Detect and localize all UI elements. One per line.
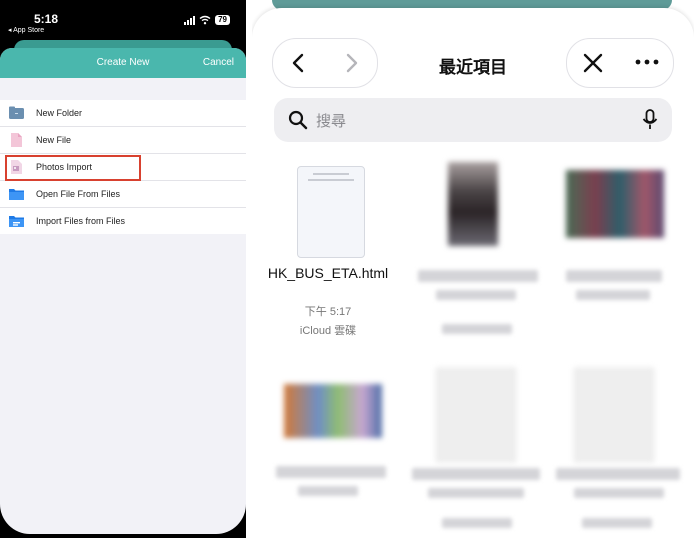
file-item-hk-bus-eta[interactable]: HK_BUS_ETA.html 下午 5:17 iCloud 雲碟 bbox=[252, 8, 402, 348]
obscured-file-info bbox=[298, 486, 358, 496]
file-thumbnail bbox=[566, 170, 664, 238]
status-icons: 79 bbox=[184, 15, 230, 25]
file-thumbnail bbox=[284, 384, 382, 438]
obscured-file-info bbox=[428, 488, 524, 498]
right-phone-screen: 最近項目 搜尋 HK_BUS_ETA.html 下午 5:17 iCloud 雲… bbox=[252, 0, 694, 538]
menu-item-label: Import Files from Files bbox=[36, 216, 126, 226]
file-item-blurred[interactable] bbox=[252, 348, 402, 538]
obscured-file-info bbox=[442, 324, 512, 334]
cancel-button[interactable]: Cancel bbox=[203, 57, 234, 68]
highlight-annotation-box bbox=[5, 155, 141, 181]
obscured-file-info bbox=[576, 290, 650, 300]
file-icon bbox=[11, 133, 22, 147]
files-app-icon bbox=[9, 189, 24, 200]
menu-item-label: Open File From Files bbox=[36, 189, 121, 199]
file-thumbnail bbox=[297, 166, 365, 258]
menu-item-new-file[interactable]: New File bbox=[0, 127, 246, 154]
folder-icon bbox=[9, 106, 24, 119]
file-modified-time: 下午 5:17 bbox=[304, 306, 352, 318]
file-location: iCloud 雲碟 bbox=[299, 325, 357, 337]
file-thumbnail bbox=[448, 162, 498, 246]
files-import-icon bbox=[9, 216, 24, 227]
file-item-blurred[interactable] bbox=[552, 8, 694, 348]
obscured-file-name bbox=[566, 270, 662, 282]
left-phone-screen: 5:18 ◂ App Store 79 Create New Cancel Ne… bbox=[0, 0, 246, 538]
obscured-file-info bbox=[442, 518, 512, 528]
file-item-blurred[interactable] bbox=[402, 8, 552, 348]
file-name: HK_BUS_ETA.html bbox=[267, 265, 389, 281]
menu-item-import-files-from-files[interactable]: Import Files from Files bbox=[0, 208, 246, 234]
cellular-signal-icon bbox=[184, 15, 196, 25]
create-new-sheet: Create New Cancel New Folder New File Ph… bbox=[0, 48, 246, 534]
obscured-file-name bbox=[556, 468, 680, 480]
status-time: 5:18 bbox=[34, 12, 59, 26]
obscured-file-info bbox=[436, 290, 516, 300]
obscured-file-name bbox=[276, 466, 386, 478]
status-bar: 5:18 ◂ App Store 79 bbox=[0, 0, 246, 40]
sheet-header: Create New Cancel bbox=[0, 48, 246, 78]
file-thumbnail bbox=[574, 368, 654, 462]
file-item-blurred[interactable] bbox=[552, 348, 694, 538]
back-to-app-store-link[interactable]: ◂ App Store bbox=[8, 26, 44, 34]
file-thumbnail bbox=[436, 368, 516, 462]
menu-item-new-folder[interactable]: New Folder bbox=[0, 100, 246, 127]
battery-indicator: 79 bbox=[215, 15, 230, 25]
obscured-file-name bbox=[418, 270, 538, 282]
obscured-file-info bbox=[574, 488, 664, 498]
menu-item-label: New File bbox=[36, 135, 72, 145]
menu-item-open-file-from-files[interactable]: Open File From Files bbox=[0, 181, 246, 208]
obscured-file-info bbox=[582, 518, 652, 528]
menu-item-label: New Folder bbox=[36, 108, 83, 118]
obscured-file-name bbox=[412, 468, 540, 480]
file-item-blurred[interactable] bbox=[402, 348, 552, 538]
wifi-icon bbox=[199, 15, 211, 25]
files-browser-sheet: 最近項目 搜尋 HK_BUS_ETA.html 下午 5:17 iCloud 雲… bbox=[252, 8, 694, 538]
